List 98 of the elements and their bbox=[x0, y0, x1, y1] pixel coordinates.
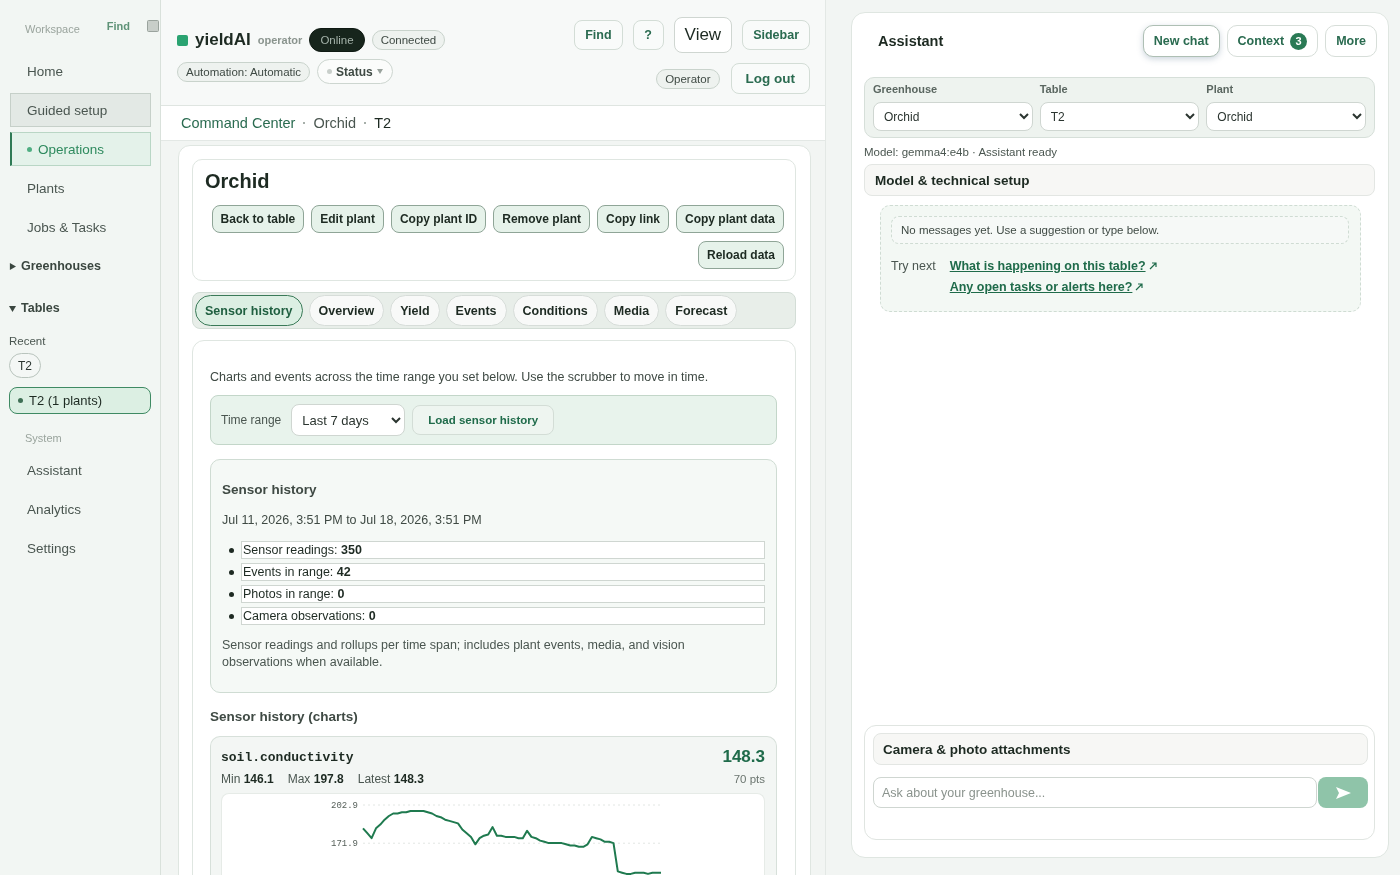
automation-badge: Automation: Automatic bbox=[177, 61, 311, 82]
y-tick-label: 202.9 bbox=[330, 801, 358, 811]
breadcrumb-item: Orchid bbox=[313, 115, 357, 131]
panel-title: Assistant bbox=[878, 33, 944, 49]
y-tick-label: 171.9 bbox=[330, 839, 358, 850]
action-button[interactable]: Back to table bbox=[211, 205, 305, 233]
header-button[interactable]: ? bbox=[632, 20, 664, 50]
role-badge: Operator bbox=[656, 68, 720, 89]
context-select[interactable]: T2 bbox=[1039, 102, 1200, 131]
nav-item[interactable]: Assistant bbox=[10, 453, 151, 487]
message-input[interactable]: Ask about your greenhouse... bbox=[873, 777, 1317, 808]
action-button[interactable]: Edit plant bbox=[311, 205, 384, 233]
breadcrumb-link[interactable]: Command Center bbox=[181, 115, 296, 131]
attachments-toggle[interactable]: Camera & photo attachments bbox=[873, 733, 1368, 765]
active-dot-icon bbox=[18, 398, 23, 403]
header-button[interactable]: Find bbox=[574, 20, 623, 50]
suggestion-link[interactable]: What is happening on this table? bbox=[949, 256, 1157, 276]
stat-text: Latest 148.3 bbox=[357, 772, 424, 786]
field-label: Table bbox=[1039, 83, 1068, 95]
action-button[interactable]: Remove plant bbox=[493, 205, 590, 233]
nav-item[interactable]: Settings bbox=[10, 531, 151, 565]
send-icon bbox=[1335, 786, 1351, 799]
metric-name: soil.conductivity bbox=[221, 749, 354, 765]
setup-section-toggle[interactable]: Model & technical setup bbox=[864, 164, 1375, 196]
section-toggle[interactable]: Tables bbox=[9, 298, 60, 318]
nav-item[interactable]: Plants bbox=[10, 171, 151, 205]
breadcrumb-current: T2 bbox=[374, 115, 392, 131]
brand-name: yieldAI bbox=[195, 30, 251, 50]
table-item[interactable]: T2 (1 plants) bbox=[9, 387, 151, 414]
count-badge: 3 bbox=[1290, 32, 1308, 50]
send-button[interactable] bbox=[1318, 777, 1368, 808]
section-toggle[interactable]: Greenhouses bbox=[9, 256, 101, 276]
section-heading: Workspace bbox=[25, 22, 80, 36]
model-status-text: Model: gemma4:e4b · Assistant ready bbox=[864, 146, 1058, 159]
square-icon[interactable] bbox=[147, 20, 159, 32]
nav-item[interactable]: Operations bbox=[10, 132, 151, 166]
section-title: Sensor history (charts) bbox=[210, 709, 359, 725]
recent-label: Recent bbox=[9, 334, 46, 348]
latest-value: 148.3 bbox=[722, 747, 765, 767]
summary-title: Sensor history bbox=[222, 481, 318, 499]
role-label: operator bbox=[257, 34, 303, 46]
field-label: Plant bbox=[1206, 83, 1234, 95]
bullet-icon bbox=[229, 569, 234, 575]
header-button[interactable]: New chat bbox=[1142, 25, 1220, 57]
context-select[interactable]: Orchid bbox=[1206, 102, 1366, 131]
header-button[interactable]: Context 3 bbox=[1226, 25, 1319, 57]
time-range-select[interactable]: Last 7 days bbox=[291, 404, 406, 436]
bullet-icon bbox=[229, 547, 234, 553]
header-button[interactable]: More bbox=[1325, 25, 1377, 57]
recent-chip[interactable]: T2 bbox=[9, 353, 41, 378]
tab[interactable]: Yield bbox=[390, 295, 440, 326]
try-next-label: Try next bbox=[891, 258, 936, 275]
status-menu-button[interactable]: Status bbox=[317, 59, 393, 84]
nav-item[interactable]: Jobs & Tasks bbox=[10, 210, 151, 244]
empty-message: No messages yet. Use a suggestion or type below. bbox=[891, 216, 1349, 244]
points-count: 70 pts bbox=[733, 773, 765, 785]
summary-note: Sensor readings and rollups per time span; includes plant events, media, and vision observations when available. bbox=[222, 637, 686, 671]
tab[interactable]: Sensor history bbox=[195, 295, 303, 326]
external-link-icon bbox=[1148, 262, 1157, 270]
field-label: Greenhouse bbox=[873, 83, 938, 95]
context-select[interactable]: Orchid bbox=[873, 102, 1033, 131]
action-button[interactable]: Copy plant data bbox=[676, 205, 784, 233]
bullet-icon bbox=[229, 591, 234, 597]
tab[interactable]: Events bbox=[445, 295, 507, 326]
action-button[interactable]: Copy plant ID bbox=[390, 205, 487, 233]
header-button[interactable]: Sidebar bbox=[742, 20, 810, 50]
active-dot-icon bbox=[27, 146, 32, 152]
suggestion-link[interactable]: Any open tasks or alerts here? bbox=[949, 277, 1144, 297]
date-range-text: Jul 11, 2026, 3:51 PM to Jul 18, 2026, 3:51 PM bbox=[222, 512, 483, 529]
nav-item[interactable]: Home bbox=[10, 54, 151, 88]
bullet-icon bbox=[229, 613, 234, 619]
square-logo-icon bbox=[177, 34, 188, 46]
section-heading: System bbox=[24, 431, 62, 445]
tab[interactable]: Conditions bbox=[512, 295, 598, 326]
header-button[interactable]: View bbox=[673, 17, 733, 53]
tab[interactable]: Media bbox=[603, 295, 660, 326]
stat-row: Sensor readings: 350 bbox=[241, 541, 765, 559]
action-button[interactable]: Reload data bbox=[698, 241, 784, 269]
status-badge: Online bbox=[309, 28, 365, 52]
load-button[interactable]: Load sensor history bbox=[412, 405, 555, 435]
stat-text: Min 146.1 bbox=[221, 772, 274, 786]
caret-icon bbox=[376, 69, 383, 74]
nav-item[interactable]: Analytics bbox=[10, 492, 151, 526]
tab[interactable]: Overview bbox=[308, 295, 385, 326]
time-range-label: Time range bbox=[221, 413, 282, 427]
stat-row: Camera observations: 0 bbox=[241, 607, 765, 625]
stat-text: Max 197.8 bbox=[287, 772, 344, 786]
action-button[interactable]: Copy link bbox=[596, 205, 669, 233]
tab[interactable]: Forecast bbox=[665, 295, 738, 326]
status-dot-icon bbox=[327, 69, 333, 74]
stat-row: Events in range: 42 bbox=[241, 563, 765, 581]
plant-title: Orchid bbox=[205, 170, 270, 192]
intro-text: Charts and events across the time range you set below. Use the scrubber to move in time. bbox=[210, 370, 710, 385]
logout-button[interactable]: Log out bbox=[730, 63, 810, 94]
status-badge: Connected bbox=[371, 30, 446, 50]
stat-row: Photos in range: 0 bbox=[241, 585, 765, 603]
external-link-icon bbox=[1135, 283, 1144, 291]
nav-item[interactable]: Guided setup bbox=[10, 93, 151, 127]
